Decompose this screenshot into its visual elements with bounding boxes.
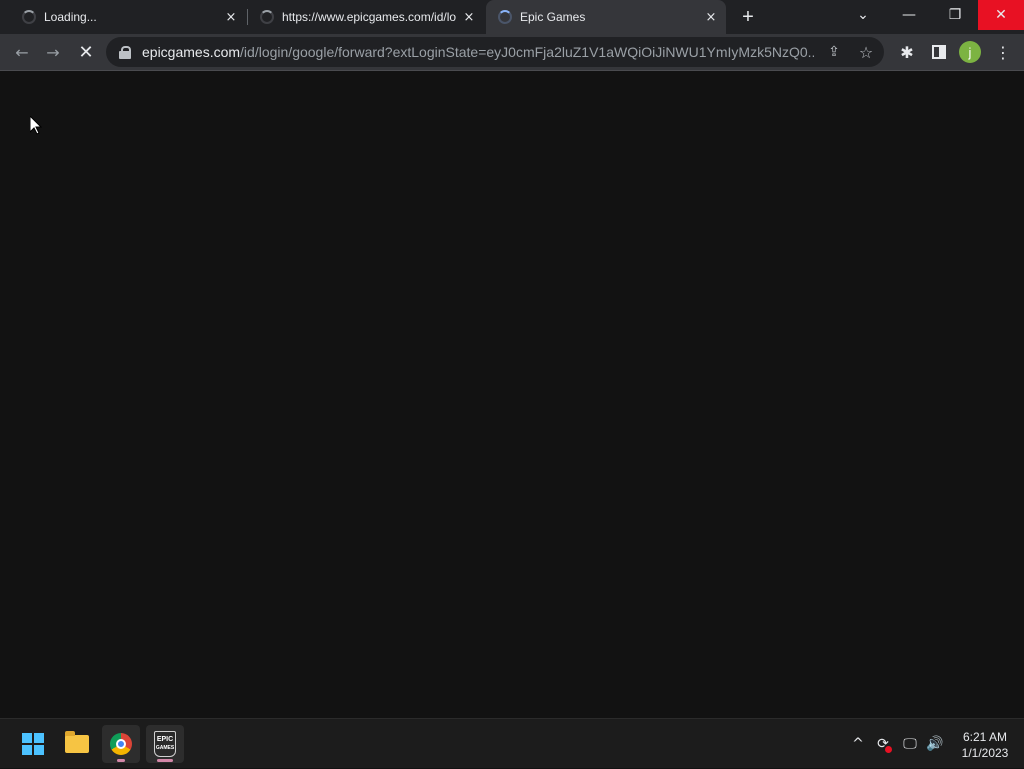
loading-spinner-icon (260, 10, 274, 24)
side-panel-button[interactable] (926, 40, 952, 64)
tab-title: https://www.epicgames.com/id/lo (282, 10, 457, 24)
tab-search-button[interactable]: ⌄ (850, 0, 876, 30)
back-button[interactable]: ← (9, 40, 35, 64)
loading-spinner-icon (22, 10, 36, 24)
forward-button[interactable]: → (40, 40, 66, 64)
minimize-button[interactable]: — (886, 0, 932, 30)
tab-title: Loading... (44, 10, 97, 24)
show-hidden-icons-button[interactable]: ^ (848, 719, 868, 769)
windows-taskbar: EPIC GAMES ^ ⟳ 🖵 🔊 6:21 AM 1/1/2023 (0, 718, 1024, 768)
url-domain: epicgames.com (142, 44, 241, 60)
volume-icon[interactable]: 🔊 (924, 719, 946, 769)
epic-label-bottom: GAMES (155, 745, 175, 751)
tab-strip: Loading... × https://www.epicgames.com/i… (0, 0, 1024, 34)
epic-label-top: EPIC (156, 736, 174, 743)
profile-avatar[interactable]: j (959, 41, 981, 63)
clock-date: 1/1/2023 (961, 746, 1009, 760)
tab-close-icon[interactable]: × (460, 8, 478, 26)
url-text[interactable]: epicgames.com/id/login/google/forward?ex… (142, 44, 814, 60)
share-icon[interactable]: ⇪ (824, 42, 844, 62)
tab-close-icon[interactable]: × (702, 8, 720, 26)
url-path: /id/login/google/forward?extLoginState=e… (240, 44, 814, 60)
epic-games-icon: EPIC GAMES (154, 731, 176, 757)
tab-epicgames-url[interactable]: https://www.epicgames.com/id/lo × (248, 0, 484, 34)
side-panel-icon (932, 45, 946, 59)
tab-close-icon[interactable]: × (222, 8, 240, 26)
new-tab-button[interactable]: + (736, 6, 760, 28)
windows-logo-icon (22, 733, 44, 755)
lock-icon[interactable] (119, 46, 131, 59)
extensions-icon[interactable]: ✱ (894, 40, 920, 64)
clock-time: 6:21 AM (962, 730, 1008, 744)
file-explorer-button[interactable] (58, 725, 96, 763)
close-window-button[interactable]: ✕ (978, 0, 1024, 30)
chrome-icon (110, 733, 132, 755)
chrome-taskbar-button[interactable] (102, 725, 140, 763)
address-bar[interactable]: epicgames.com/id/login/google/forward?ex… (106, 37, 884, 67)
network-icon[interactable]: 🖵 (899, 719, 921, 769)
sync-alert-dot (885, 746, 892, 753)
running-indicator (157, 759, 173, 762)
start-button[interactable] (14, 725, 52, 763)
browser-menu-button[interactable]: ⋮ (990, 40, 1016, 64)
restore-button[interactable]: ❐ (932, 0, 978, 30)
epic-games-taskbar-button[interactable]: EPIC GAMES (146, 725, 184, 763)
loading-spinner-icon (498, 10, 512, 24)
tab-title: Epic Games (520, 10, 586, 24)
running-indicator (117, 759, 125, 762)
stop-loading-button[interactable]: ✕ (73, 40, 99, 64)
tab-epic-games[interactable]: Epic Games × (486, 0, 726, 34)
tab-loading[interactable]: Loading... × (0, 0, 246, 34)
folder-icon (65, 731, 89, 753)
sync-icon[interactable]: ⟳ (872, 719, 894, 769)
bookmark-star-icon[interactable]: ☆ (856, 42, 876, 62)
browser-toolbar: ← → ✕ epicgames.com/id/login/google/forw… (0, 34, 1024, 71)
system-clock[interactable]: 6:21 AM 1/1/2023 (954, 729, 1016, 761)
page-content (0, 71, 1024, 718)
